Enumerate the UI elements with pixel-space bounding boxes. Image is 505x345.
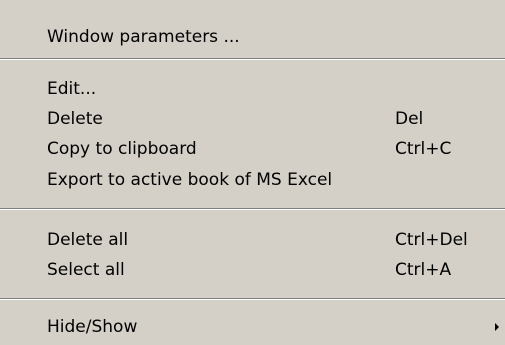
menu-separator <box>0 298 505 300</box>
menu-item-select-all[interactable]: Select all Ctrl+A <box>0 257 500 283</box>
menu-item-label: Edit... <box>47 79 97 99</box>
menu-item-edit[interactable]: Edit... <box>0 76 500 102</box>
menu-item-copy-to-clipboard[interactable]: Copy to clipboard Ctrl+C <box>0 136 500 162</box>
menu-item-label: Delete <box>47 109 103 129</box>
menu-item-label: Delete all <box>47 230 129 250</box>
menu-item-delete-all[interactable]: Delete all Ctrl+Del <box>0 227 500 253</box>
menu-item-label: Copy to clipboard <box>47 139 197 159</box>
menu-item-hide-show[interactable]: Hide/Show <box>0 314 500 340</box>
menu-item-label: Hide/Show <box>47 317 138 337</box>
menu-item-shortcut: Ctrl+C <box>395 139 452 159</box>
menu-separator <box>0 208 505 210</box>
context-menu: Window parameters ... Edit... Delete Del… <box>0 0 505 345</box>
menu-item-window-parameters[interactable]: Window parameters ... <box>0 24 500 50</box>
menu-item-label: Window parameters ... <box>47 27 240 47</box>
chevron-right-icon <box>495 323 499 331</box>
menu-item-label: Select all <box>47 260 125 280</box>
menu-item-shortcut: Ctrl+Del <box>395 230 468 250</box>
menu-item-delete[interactable]: Delete Del <box>0 106 500 132</box>
menu-item-export-to-excel[interactable]: Export to active book of MS Excel <box>0 167 500 193</box>
menu-separator <box>0 58 505 60</box>
menu-item-label: Export to active book of MS Excel <box>47 170 333 190</box>
menu-item-shortcut: Del <box>395 109 424 129</box>
menu-item-shortcut: Ctrl+A <box>395 260 452 280</box>
